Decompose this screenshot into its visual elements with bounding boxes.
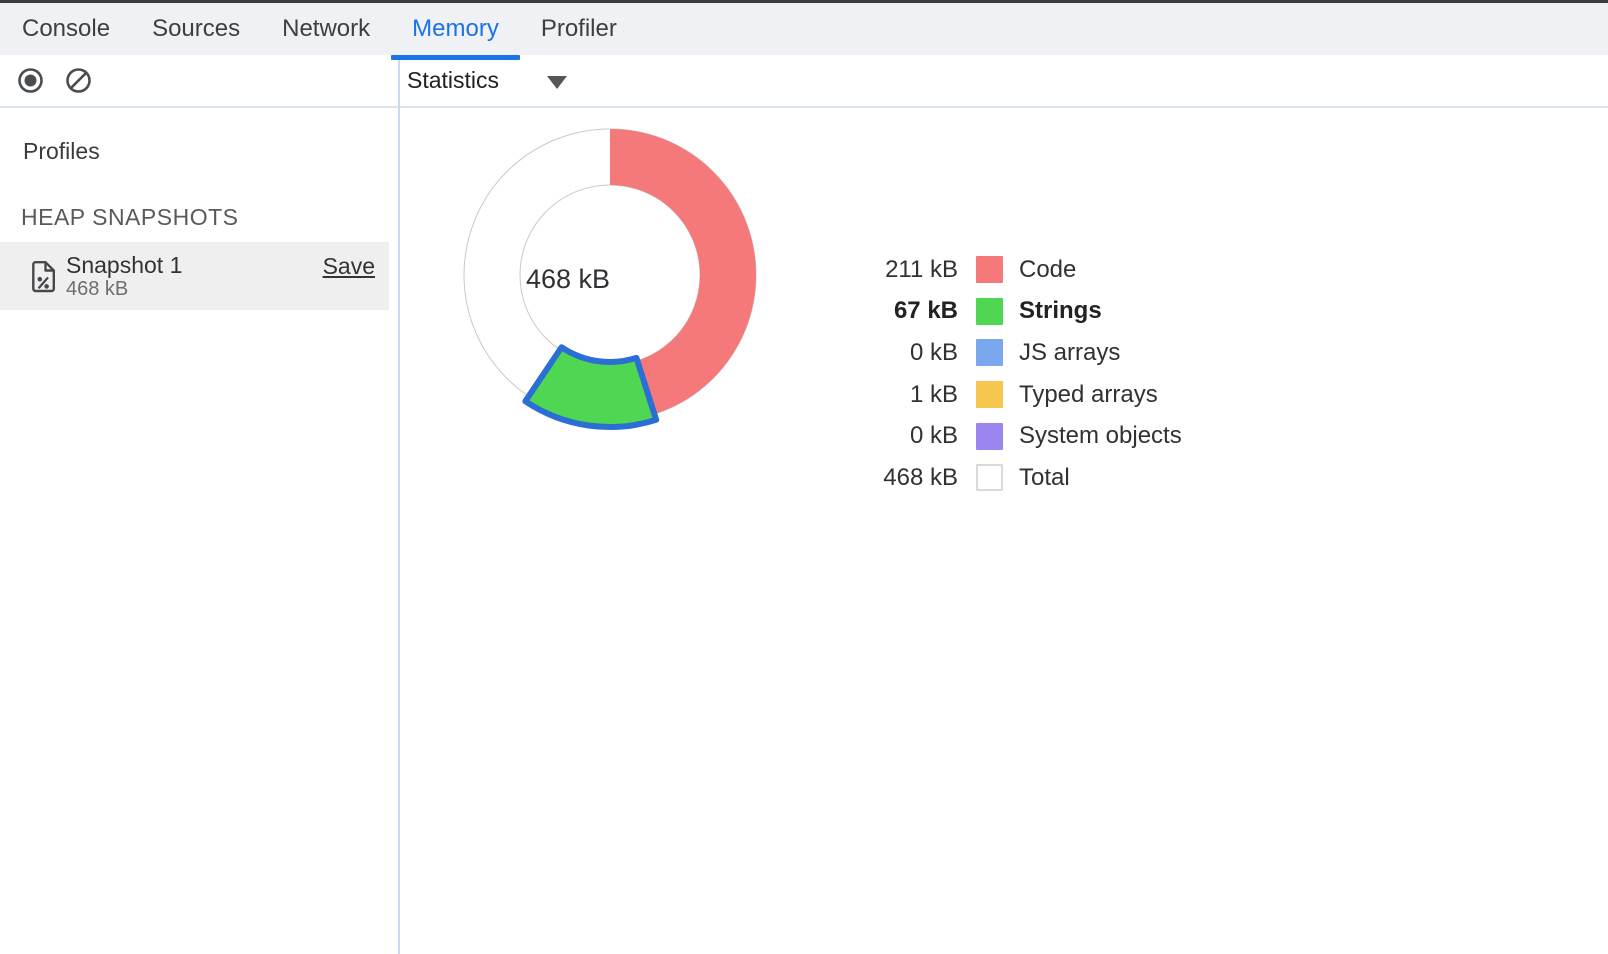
- legend-size: 0 kB: [860, 422, 958, 450]
- legend-size: 211 kB: [860, 256, 958, 284]
- clear-icon: [65, 67, 92, 94]
- heap-snapshot-file-icon: [31, 260, 56, 293]
- legend-label: JS arrays: [1019, 339, 1120, 367]
- panel-body: Profiles HEAP SNAPSHOTS Snapshot 1 468 k…: [0, 55, 1608, 954]
- perspective-dropdown[interactable]: Statistics: [407, 67, 567, 94]
- memory-main-toolbar: Statistics: [400, 55, 1608, 108]
- tab-profiler[interactable]: Profiler: [520, 3, 638, 55]
- legend-swatch-icon: [976, 339, 1003, 366]
- legend-label: Strings: [1019, 297, 1102, 325]
- profiles-toolbar: [0, 55, 398, 108]
- legend-row-js-arrays[interactable]: 0 kB JS arrays: [860, 332, 1182, 374]
- legend-row-typed-arrays[interactable]: 1 kB Typed arrays: [860, 374, 1182, 416]
- snapshot-texts: Snapshot 1 468 kB: [66, 252, 182, 300]
- legend-label: Code: [1019, 256, 1076, 284]
- legend-swatch-icon: [976, 423, 1003, 450]
- chart-legend: 211 kB Code 67 kB Strings 0 kB JS arrays 1 kB T…: [860, 249, 1182, 499]
- legend-swatch-icon: [976, 298, 1003, 325]
- tab-memory[interactable]: Memory: [391, 3, 520, 55]
- tab-sources[interactable]: Sources: [131, 3, 261, 55]
- statistics-chart-area: 468 kB 211 kB Code 67 kB Strings 0 kB JS arra…: [400, 108, 1608, 954]
- profiles-heading: Profiles: [23, 138, 398, 165]
- chevron-down-icon: [547, 76, 567, 89]
- legend-label: Typed arrays: [1019, 381, 1158, 409]
- tab-console[interactable]: Console: [1, 3, 131, 55]
- save-snapshot-link[interactable]: Save: [323, 253, 375, 280]
- legend-swatch-icon: [976, 464, 1003, 491]
- legend-size: 67 kB: [860, 297, 958, 325]
- legend-label: Total: [1019, 464, 1070, 492]
- snapshot-size: 468 kB: [66, 278, 182, 300]
- snapshot-list-item[interactable]: Snapshot 1 468 kB Save: [0, 242, 389, 310]
- snapshot-title: Snapshot 1: [66, 252, 182, 278]
- memory-main-panel: Statistics 468 kB 211 kB Code 67 kB Strings…: [400, 55, 1608, 954]
- legend-row-strings[interactable]: 67 kB Strings: [860, 291, 1182, 333]
- legend-swatch-icon: [976, 381, 1003, 408]
- legend-size: 468 kB: [860, 464, 958, 492]
- active-tab-underline: [391, 55, 520, 60]
- heap-snapshots-heading: HEAP SNAPSHOTS: [21, 204, 398, 231]
- record-icon: [17, 67, 44, 94]
- legend-label: System objects: [1019, 422, 1182, 450]
- record-heap-snapshot-button[interactable]: [17, 67, 44, 94]
- legend-row-total[interactable]: 468 kB Total: [860, 457, 1182, 499]
- legend-size: 1 kB: [860, 381, 958, 409]
- legend-row-code[interactable]: 211 kB Code: [860, 249, 1182, 291]
- devtools-tab-bar: ConsoleSourcesNetworkMemoryProfiler: [0, 3, 1608, 55]
- profiles-sidebar: Profiles HEAP SNAPSHOTS Snapshot 1 468 k…: [0, 55, 400, 954]
- donut-center-total-label: 468 kB: [483, 264, 653, 295]
- clear-profiles-button[interactable]: [65, 67, 92, 94]
- legend-size: 0 kB: [860, 339, 958, 367]
- legend-row-system-objects[interactable]: 0 kB System objects: [860, 415, 1182, 457]
- tab-network[interactable]: Network: [261, 3, 391, 55]
- perspective-dropdown-label: Statistics: [407, 67, 499, 94]
- donut-slice-strings[interactable]: [525, 347, 656, 427]
- legend-swatch-icon: [976, 256, 1003, 283]
